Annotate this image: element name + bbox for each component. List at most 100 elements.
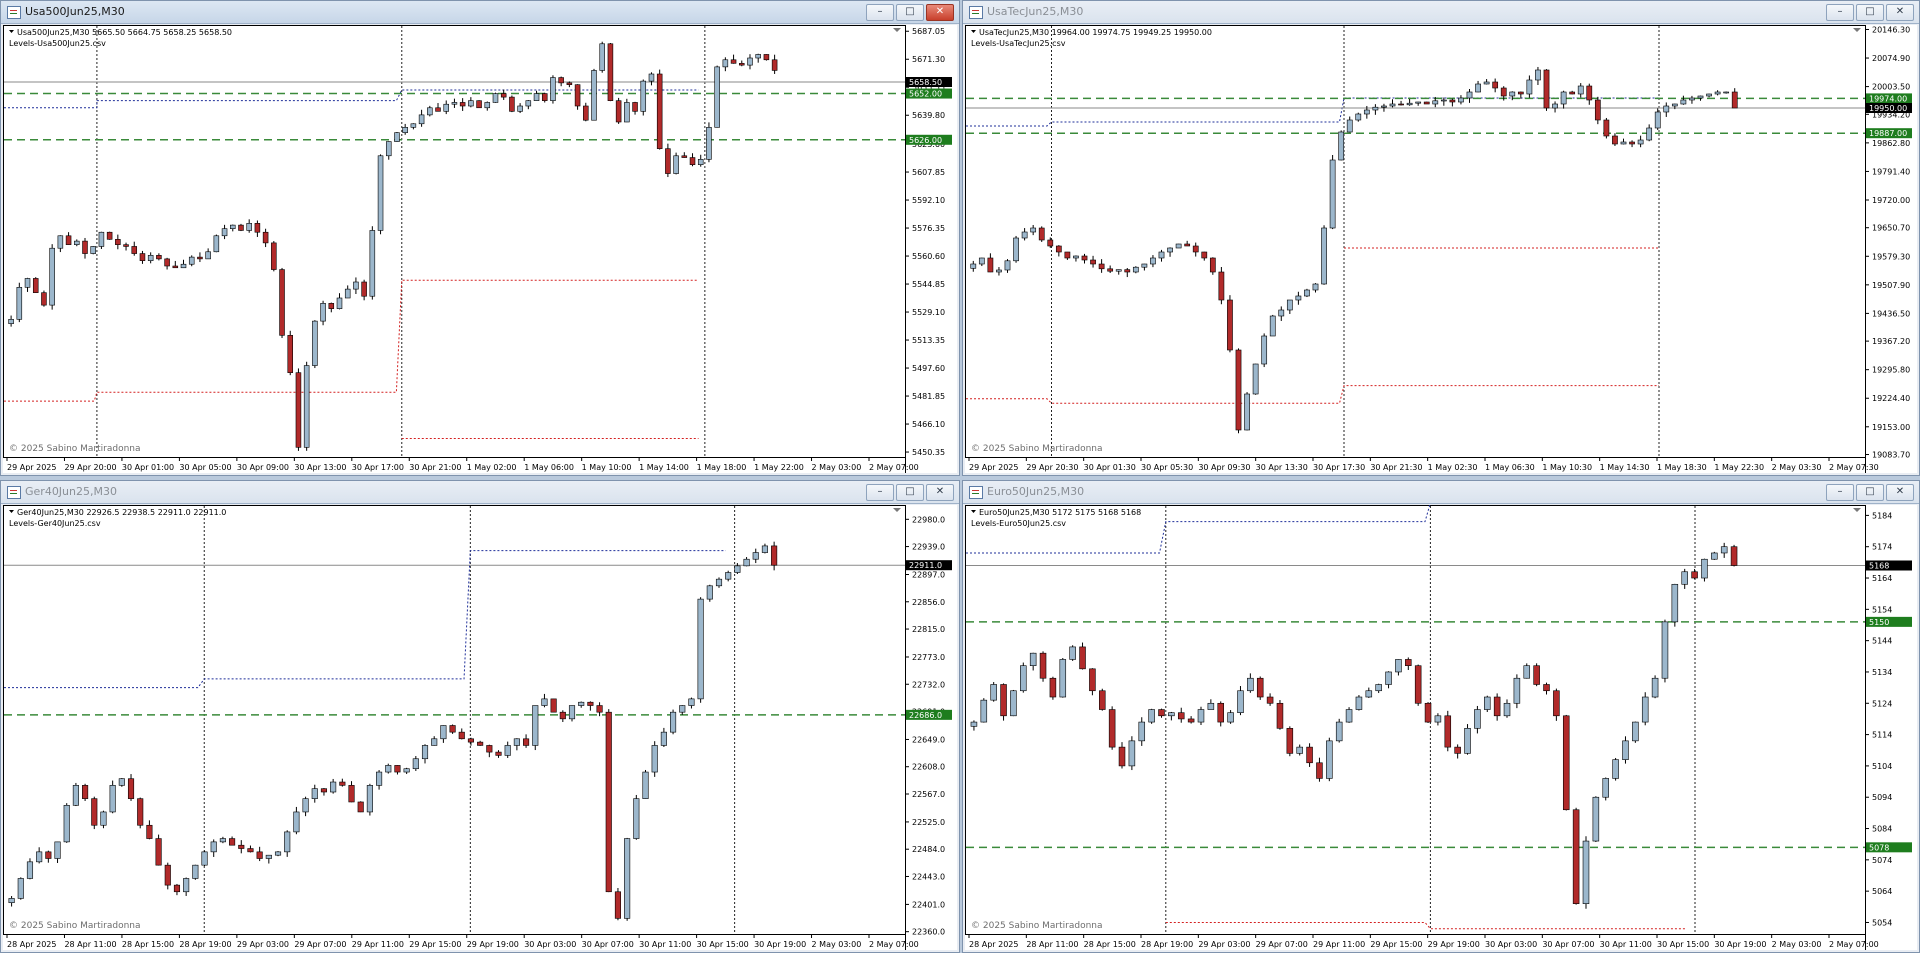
candle-body — [205, 251, 211, 260]
candle-body — [115, 239, 121, 245]
window-titlebar[interactable]: Ger40Jun25,M30 – □ ✕ — [1, 481, 959, 504]
time-tick-label: 30 Apr 01:00 — [122, 463, 174, 472]
window-title: UsaTecJun25,M30 — [987, 5, 1084, 18]
minimize-button[interactable]: – — [1826, 484, 1854, 501]
minimize-button[interactable]: – — [866, 4, 894, 21]
maximize-button[interactable]: □ — [896, 484, 924, 501]
price-chart[interactable]: 20146.30 20074.90 20003.50 19934.20 19862.80… — [965, 25, 1917, 473]
candle-body — [1543, 684, 1550, 692]
close-button[interactable]: ✕ — [1886, 4, 1914, 21]
candle — [106, 231, 113, 240]
candle — [714, 65, 720, 128]
candle-body — [394, 132, 400, 142]
candle-body — [1603, 119, 1610, 137]
candle-body — [254, 223, 261, 233]
window-titlebar[interactable]: Usa500Jun25,M30 – □ ✕ — [1, 1, 959, 24]
price-tick-label: 5184 — [1872, 511, 1892, 520]
maximize-button[interactable]: □ — [896, 4, 924, 21]
price-tick-label: 22815.0 — [912, 625, 945, 634]
candle — [357, 801, 364, 813]
candle-body — [1569, 91, 1576, 95]
candle-body — [443, 103, 449, 112]
candle-body — [1711, 552, 1718, 560]
levels-file-label: Levels-Euro50Jun25.csv — [971, 519, 1066, 528]
candle-body — [1329, 159, 1336, 229]
candle-body — [1706, 93, 1712, 97]
candle — [1651, 675, 1659, 699]
candle-body — [100, 811, 107, 826]
plot-area — [965, 505, 1866, 935]
candle-body — [155, 838, 162, 866]
chart-window-euro50[interactable]: Euro50Jun25,M30 – □ ✕ 5184 5174 5164 5154 51… — [962, 480, 1920, 953]
candle-body — [377, 155, 384, 231]
candle-body — [743, 558, 750, 567]
candle-body — [82, 785, 89, 799]
candle-body — [660, 731, 667, 746]
candle-body — [1295, 295, 1302, 301]
chart-window-usa500[interactable]: Usa500Jun25,M30 – □ ✕ 5687.05 5671.30 5655… — [0, 0, 960, 476]
candle-body — [1691, 571, 1698, 579]
candle-body — [1338, 131, 1345, 161]
window-titlebar[interactable]: UsaTecJun25,M30 – □ ✕ — [963, 1, 1919, 24]
window-titlebar[interactable]: Euro50Jun25,M30 – □ ✕ — [963, 481, 1919, 504]
price-tick-label: 19507.90 — [1872, 281, 1910, 290]
price-tick-label: 5513.35 — [912, 336, 945, 345]
candle-body — [1227, 712, 1234, 723]
candle-body — [568, 705, 576, 720]
minimize-button[interactable]: – — [1826, 4, 1854, 21]
candle — [1013, 235, 1019, 263]
candle — [476, 100, 482, 109]
candle-body — [49, 247, 55, 306]
symbol-info-line: Usa500Jun25,M30 5665.50 5664.75 5658.25 … — [17, 28, 232, 37]
time-tick-label: 30 Apr 05:00 — [179, 463, 231, 472]
chart-window-ger40[interactable]: Ger40Jun25,M30 – □ ✕ 22980.0 22939.0 22897… — [0, 480, 960, 953]
candle-body — [1312, 283, 1319, 291]
candle — [1276, 700, 1284, 730]
time-tick-label: 30 Apr 21:00 — [409, 463, 461, 472]
chart-window-usatec[interactable]: UsaTecJun25,M30 – □ ✕ 20146.30 20074.90 20… — [962, 0, 1920, 476]
candle — [633, 794, 640, 840]
candle-body — [357, 801, 364, 813]
candle-body — [1701, 558, 1708, 579]
candle-body — [1553, 690, 1560, 717]
candle-body — [1414, 665, 1422, 704]
chart-window-icon — [969, 486, 983, 499]
close-button[interactable]: ✕ — [1886, 484, 1914, 501]
candle-body — [330, 781, 337, 793]
candle-body — [970, 721, 978, 727]
window-title: Euro50Jun25,M30 — [987, 485, 1085, 498]
candle — [1562, 714, 1570, 811]
price-tick-label: 5560.60 — [912, 252, 945, 261]
price-tick-label: 5074 — [1872, 856, 1892, 865]
close-button[interactable]: ✕ — [926, 484, 954, 501]
candle-body — [1423, 101, 1430, 105]
candle-body — [1586, 85, 1593, 101]
candle — [1252, 363, 1259, 395]
price-chart[interactable]: 5687.055671.305655.555639.805623.605607.… — [3, 25, 957, 473]
price-tick-label: 22608.0 — [912, 763, 945, 772]
candle-body — [1118, 746, 1126, 767]
price-tick-label: 5174 — [1872, 543, 1892, 552]
price-chart[interactable]: 5184 5174 5164 5154 5144 5134 5124 5114 5104 5094… — [965, 505, 1917, 950]
candle — [1424, 702, 1432, 723]
candle-body — [722, 59, 729, 68]
candle-body — [681, 155, 688, 158]
candle-body — [1047, 239, 1054, 247]
candle-body — [495, 751, 502, 756]
price-tick-label: 5134 — [1872, 668, 1892, 677]
candle-body — [688, 698, 695, 706]
price-chart[interactable]: 22980.0 22939.0 22897.0 22856.0 22815.0 22773… — [3, 505, 957, 950]
candle-body — [771, 545, 778, 566]
close-button[interactable]: ✕ — [926, 4, 954, 21]
time-tick-label: 30 Apr 19:00 — [754, 940, 806, 949]
time-tick-label: 30 Apr 17:00 — [352, 463, 404, 472]
candle-body — [293, 811, 300, 833]
maximize-button[interactable]: □ — [1856, 484, 1884, 501]
candle-body — [978, 257, 985, 265]
minimize-button[interactable]: – — [866, 484, 894, 501]
maximize-button[interactable]: □ — [1856, 4, 1884, 21]
candle-body — [1681, 571, 1688, 585]
candle — [1594, 96, 1601, 125]
price-tick-label: 5054 — [1872, 918, 1892, 927]
candle-body — [1440, 99, 1447, 102]
